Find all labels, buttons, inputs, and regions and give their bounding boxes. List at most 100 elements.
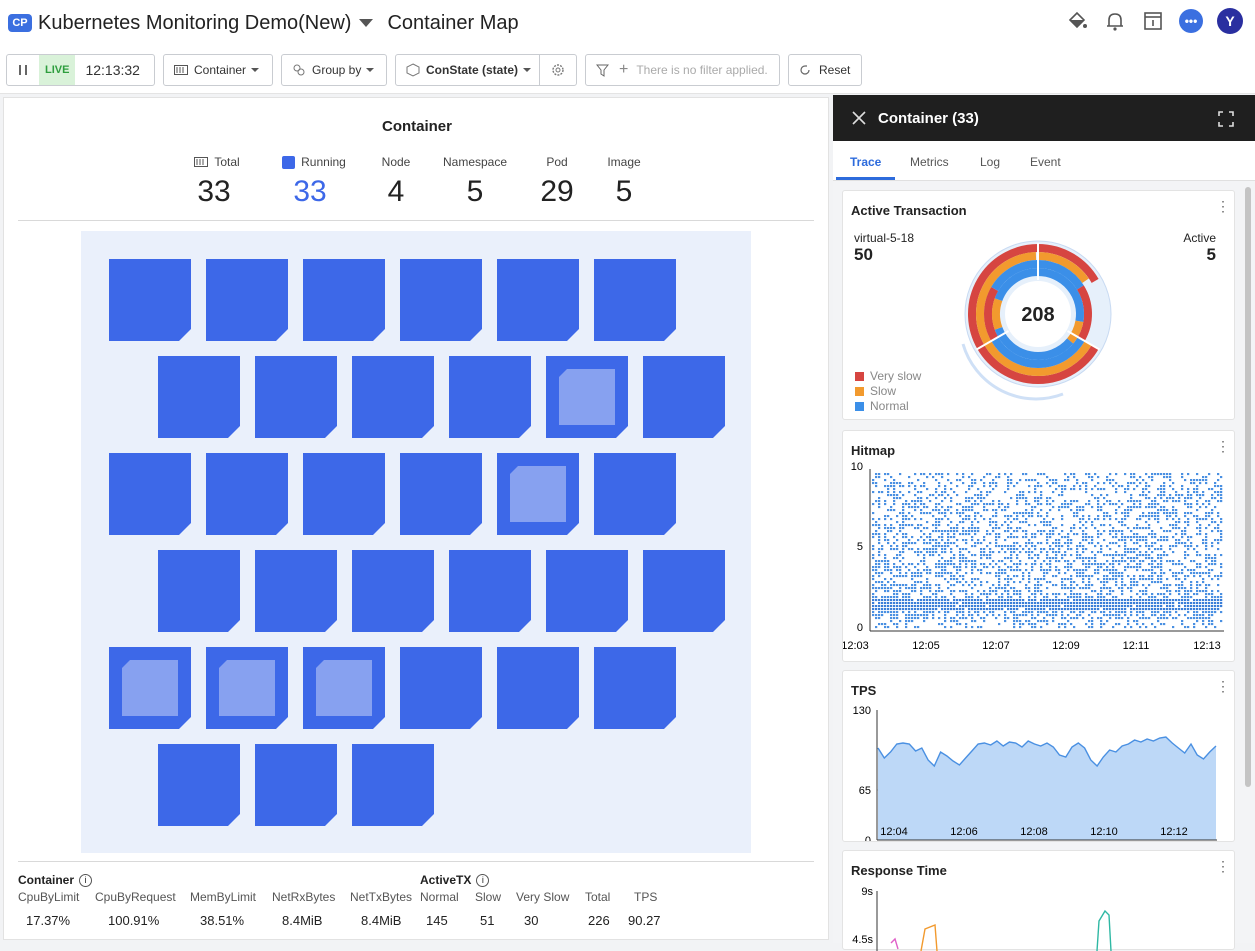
container-cell[interactable]: [158, 356, 240, 438]
container-cell[interactable]: [594, 453, 676, 535]
hitmap-cell: [1028, 539, 1031, 542]
pause-icon[interactable]: [7, 64, 39, 76]
hitmap-cell: [923, 503, 926, 506]
container-cell[interactable]: [352, 550, 434, 632]
hitmap-cell: [887, 485, 890, 488]
container-cell[interactable]: [643, 356, 725, 438]
container-cell[interactable]: [303, 259, 385, 341]
hitmap-cell: [1157, 494, 1160, 497]
state-select[interactable]: ConState (state): [395, 54, 577, 86]
hitmap-cell: [893, 617, 896, 620]
container-cell[interactable]: [255, 356, 337, 438]
container-cell[interactable]: [352, 356, 434, 438]
chat-icon[interactable]: •••: [1179, 9, 1203, 33]
hitmap-cell: [1097, 482, 1100, 485]
detail-panel-header: Container (33): [833, 95, 1255, 141]
container-cell[interactable]: [400, 647, 482, 729]
hitmap-cell: [932, 545, 935, 548]
panel-title: Container: [381, 118, 452, 135]
container-cell[interactable]: [497, 259, 579, 341]
container-cell[interactable]: [255, 550, 337, 632]
container-cell[interactable]: [109, 453, 191, 535]
add-filter-icon[interactable]: +: [619, 61, 628, 79]
hitmap-cell: [947, 479, 950, 482]
hitmap-cell: [1205, 557, 1208, 560]
hitmap-cell: [1178, 578, 1181, 581]
container-cell[interactable]: [546, 550, 628, 632]
info-icon[interactable]: i: [476, 873, 490, 887]
container-cell[interactable]: [352, 744, 434, 826]
more-icon[interactable]: ⋮: [1216, 439, 1230, 453]
bell-icon[interactable]: [1103, 9, 1127, 33]
container-cell[interactable]: [594, 647, 676, 729]
hitmap-cell: [1127, 587, 1130, 590]
reset-button[interactable]: Reset: [788, 54, 862, 86]
container-cell[interactable]: [497, 647, 579, 729]
filter-bar[interactable]: + There is no filter applied.: [585, 54, 780, 86]
container-cell[interactable]: [206, 453, 288, 535]
group-by-select[interactable]: Group by: [281, 54, 387, 86]
view-select[interactable]: Container: [163, 54, 273, 86]
hitmap-cell: [1193, 575, 1196, 578]
container-cell[interactable]: [303, 453, 385, 535]
container-cell[interactable]: [449, 550, 531, 632]
hitmap-cell: [1067, 563, 1070, 566]
hitmap-cell: [1148, 515, 1151, 518]
hitmap-cell: [1007, 593, 1010, 596]
hitmap-cell: [923, 602, 926, 605]
avatar[interactable]: Y: [1217, 8, 1243, 34]
tab-metrics[interactable]: Metrics: [910, 155, 949, 169]
hitmap-cell: [875, 482, 878, 485]
hitmap-cell: [1151, 608, 1154, 611]
container-cell[interactable]: [400, 453, 482, 535]
hitmap-cell: [1163, 602, 1166, 605]
gear-icon[interactable]: [551, 63, 565, 80]
container-cell[interactable]: [594, 259, 676, 341]
paint-bucket-icon[interactable]: [1065, 9, 1089, 33]
container-cell[interactable]: [255, 744, 337, 826]
tab-trace[interactable]: Trace: [850, 155, 881, 169]
hitmap-cell: [1172, 626, 1175, 629]
project-name[interactable]: Kubernetes Monitoring Demo(New): [38, 12, 351, 35]
close-icon[interactable]: [852, 111, 866, 130]
hitmap-cell: [1016, 536, 1019, 539]
container-cell[interactable]: [158, 744, 240, 826]
expand-icon[interactable]: [1218, 111, 1234, 132]
hitmap-cell: [911, 602, 914, 605]
live-badge[interactable]: LIVE: [39, 55, 76, 85]
hitmap-cell: [1004, 563, 1007, 566]
scrollbar[interactable]: [1245, 187, 1251, 787]
hitmap-cell: [1073, 560, 1076, 563]
project-dropdown-icon[interactable]: [359, 19, 374, 27]
hitmap-cell: [962, 599, 965, 602]
container-cell[interactable]: [643, 550, 725, 632]
more-icon[interactable]: ⋮: [1216, 679, 1230, 693]
hitmap-cell: [1016, 497, 1019, 500]
container-cell[interactable]: [449, 356, 531, 438]
more-icon[interactable]: ⋮: [1216, 199, 1230, 213]
stat-running[interactable]: Running 33: [274, 155, 354, 209]
container-cell[interactable]: [206, 259, 288, 341]
hitmap-cell: [905, 584, 908, 587]
hitmap-cell: [1154, 497, 1157, 500]
hitmap-cell: [968, 530, 971, 533]
container-cell[interactable]: [400, 259, 482, 341]
tab-log[interactable]: Log: [980, 155, 1000, 169]
hitmap-cell: [1007, 617, 1010, 620]
more-icon[interactable]: ⋮: [1216, 859, 1230, 873]
hitmap-cell: [1046, 620, 1049, 623]
tab-event[interactable]: Event: [1030, 155, 1061, 169]
hitmap-cell: [1088, 503, 1091, 506]
hitmap-cell: [1058, 485, 1061, 488]
hitmap-cell: [956, 527, 959, 530]
hitmap-cell: [1205, 539, 1208, 542]
hitmap-cell: [1097, 515, 1100, 518]
container-cell[interactable]: [158, 550, 240, 632]
info-icon[interactable]: i: [79, 873, 93, 887]
hitmap-cell: [1073, 533, 1076, 536]
hitmap-cell: [974, 530, 977, 533]
container-cell[interactable]: [109, 259, 191, 341]
document-info-icon[interactable]: [1141, 9, 1165, 33]
hitmap-cell: [1193, 602, 1196, 605]
hitmap-cell: [914, 494, 917, 497]
